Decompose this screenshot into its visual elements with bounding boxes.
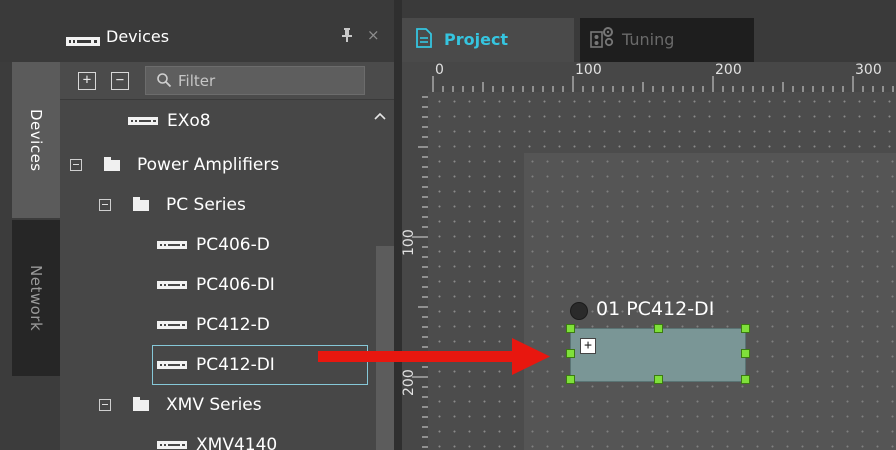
resize-handle-top-right[interactable] (741, 324, 750, 333)
scroll-up-icon[interactable] (374, 109, 386, 123)
device-rack-icon (157, 241, 187, 249)
tab-project-label: Project (444, 30, 509, 49)
tree-item-label: PC412-D (196, 315, 270, 335)
device-rack-icon (128, 117, 158, 125)
vertical-tab-strip: Devices Network (0, 0, 60, 450)
pin-icon[interactable] (342, 28, 352, 46)
canvas-device-title: 01 PC412-DI (596, 298, 715, 320)
main-tabbar: Project Tuning (402, 0, 896, 62)
resize-handle-top-left[interactable] (566, 324, 575, 333)
resize-handle-bottom-left[interactable] (566, 375, 575, 384)
tree-item-label: XMV4140 (196, 435, 278, 450)
canvas-device-pc412-di[interactable] (570, 328, 746, 382)
tree-item-exo8[interactable]: EXo8 (60, 101, 368, 141)
tree-item-label: PC412-DI (196, 355, 275, 375)
resize-handle-bottom[interactable] (654, 375, 663, 384)
device-rack-icon (157, 321, 187, 329)
tuning-icon (590, 26, 616, 52)
panel-splitter[interactable] (394, 0, 402, 450)
vertical-tab-devices-label: Devices (27, 108, 45, 172)
collapse-all-button[interactable]: − (111, 72, 129, 90)
tab-tuning-label: Tuning (622, 30, 675, 49)
vertical-tab-gap (0, 0, 60, 62)
vertical-tab-network-label: Network (27, 264, 45, 332)
filter-input[interactable] (178, 70, 358, 92)
tree-item-label: XMV Series (166, 395, 262, 415)
resize-handle-top[interactable] (654, 324, 663, 333)
collapse-toggle-icon[interactable] (70, 159, 82, 171)
devices-toolbar: + − (60, 62, 394, 100)
ruler-horizontal: 0 100 200 300 (428, 62, 896, 92)
vertical-tab-devices[interactable]: Devices (12, 62, 60, 218)
collapse-toggle-icon[interactable] (99, 199, 111, 211)
tab-project[interactable]: Project (402, 18, 574, 62)
ruler-label: 0 (435, 62, 444, 78)
search-icon (156, 72, 172, 92)
close-panel-icon[interactable]: × (367, 26, 380, 44)
tree-item-pc406-d[interactable]: PC406-D (60, 225, 368, 265)
expand-device-icon[interactable]: + (580, 338, 596, 354)
resize-handle-right[interactable] (741, 349, 750, 358)
folder-icon (104, 157, 120, 171)
folder-icon (133, 197, 149, 211)
ruler-vertical: 100 200 (402, 92, 428, 450)
tree-item-label: PC Series (166, 195, 246, 215)
device-tree: EXo8 Power Amplifiers PC Series PC406-D … (60, 101, 368, 450)
drag-arrow-annotation (316, 336, 552, 380)
folder-icon (133, 397, 149, 411)
tree-item-label: Power Amplifiers (137, 155, 280, 175)
vertical-tab-network[interactable]: Network (12, 220, 60, 376)
resize-handle-bottom-right[interactable] (741, 375, 750, 384)
devices-panel: Devices × + − EXo8 Power Amplifiers (60, 0, 394, 450)
device-rack-icon (66, 31, 100, 50)
tree-item-pc406-di[interactable]: PC406-DI (60, 265, 368, 305)
collapse-toggle-icon[interactable] (99, 399, 111, 411)
ruler-corner (402, 62, 428, 92)
device-rack-icon (157, 361, 187, 369)
tree-item-xmv4140[interactable]: XMV4140 (60, 425, 368, 450)
tree-folder-power-amplifiers[interactable]: Power Amplifiers (60, 145, 368, 185)
device-rack-icon (157, 281, 187, 289)
device-status-indicator (570, 302, 588, 320)
tree-scrollbar[interactable] (368, 101, 394, 450)
ruler-label: 200 (715, 62, 742, 78)
tree-item-label: PC406-DI (196, 275, 275, 295)
resize-handle-left[interactable] (566, 349, 575, 358)
project-canvas[interactable]: 0 100 200 300 100 200 01 PC412-DI + (402, 62, 896, 450)
tree-item-label: EXo8 (167, 111, 211, 131)
tab-tuning[interactable]: Tuning (580, 18, 754, 62)
ruler-label: 100 (575, 62, 602, 78)
devices-panel-header: Devices × (60, 0, 394, 62)
devices-panel-title: Devices (106, 27, 170, 46)
tree-folder-pc-series[interactable]: PC Series (60, 185, 368, 225)
document-icon (416, 28, 432, 52)
ruler-label: 100 (402, 229, 417, 256)
ruler-label: 300 (855, 62, 882, 78)
expand-all-button[interactable]: + (78, 72, 96, 90)
tree-item-label: PC406-D (196, 235, 270, 255)
device-rack-icon (157, 441, 187, 449)
tree-folder-xmv-series[interactable]: XMV Series (60, 385, 368, 425)
filter-box (145, 66, 365, 95)
